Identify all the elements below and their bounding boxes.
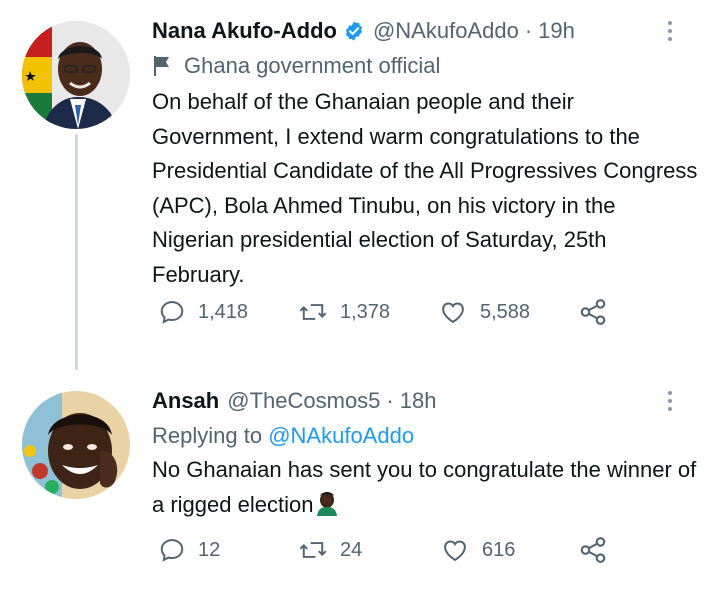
retweet-count: 1,378 (340, 300, 391, 323)
heart-icon (444, 540, 466, 562)
handle[interactable]: @NAkufoAddo (373, 16, 519, 46)
facepalm-emoji-icon (315, 490, 339, 516)
tweet-text: No Ghanaian has sent you to congratulate… (152, 453, 700, 522)
display-name[interactable]: Ansah (152, 386, 219, 416)
thread-line (75, 134, 78, 370)
replying-to: Replying to @NAkufoAddo (152, 419, 700, 453)
timestamp[interactable]: 18h (400, 386, 437, 416)
retweet-icon (299, 542, 327, 558)
display-name[interactable]: Nana Akufo-Addo (152, 16, 337, 46)
tweet-text: On behalf of the Ghanaian people and the… (152, 89, 698, 287)
avatar[interactable] (22, 391, 130, 499)
retweet-button[interactable]: 24 (298, 536, 362, 564)
tweet[interactable]: Nana Akufo-Addo @NAkufoAddo · 19h Ghana … (0, 0, 720, 370)
handle[interactable]: @TheCosmos5 (227, 386, 380, 416)
verified-badge-icon (343, 20, 365, 42)
separator-dot: · (524, 18, 533, 43)
replying-to-handle[interactable]: @NAkufoAddo (268, 423, 414, 448)
replying-to-prefix: Replying to (152, 423, 263, 448)
reply-icon (160, 539, 184, 562)
tweet-header: Ansah @TheCosmos5 · 18h (152, 386, 700, 416)
reply-button[interactable]: 12 (158, 536, 220, 564)
retweet-button[interactable]: 1,378 (298, 298, 390, 326)
reply-tweet[interactable]: Ansah @TheCosmos5 · 18h Replying to @NAk… (0, 370, 720, 595)
share-icon (580, 299, 606, 325)
affiliation-label: Ghana government official (152, 51, 700, 81)
reply-button[interactable]: 1,418 (158, 298, 248, 326)
tweet-header: Nana Akufo-Addo @NAkufoAddo · 19h (152, 16, 700, 46)
avatar[interactable] (22, 21, 130, 129)
flag-icon (152, 55, 172, 77)
reply-count: 1,418 (198, 300, 249, 323)
share-button[interactable] (578, 297, 608, 327)
reply-icon (160, 301, 184, 324)
more-options-icon[interactable] (662, 16, 678, 46)
like-count: 5,588 (480, 300, 531, 323)
retweet-count: 24 (340, 538, 363, 561)
affiliation-text: Ghana government official (184, 53, 441, 78)
share-button[interactable] (578, 535, 608, 565)
tweet-text-content: No Ghanaian has sent you to congratulate… (152, 457, 697, 517)
heart-icon (442, 302, 464, 324)
separator-dot: · (386, 388, 394, 413)
like-count: 616 (482, 538, 516, 561)
like-button[interactable]: 616 (440, 536, 515, 564)
more-options-icon[interactable] (662, 386, 678, 416)
like-button[interactable]: 5,588 (438, 298, 530, 326)
retweet-icon (299, 304, 327, 320)
reply-count: 12 (198, 538, 221, 561)
timestamp[interactable]: 19h (538, 16, 575, 46)
share-icon (580, 537, 606, 563)
